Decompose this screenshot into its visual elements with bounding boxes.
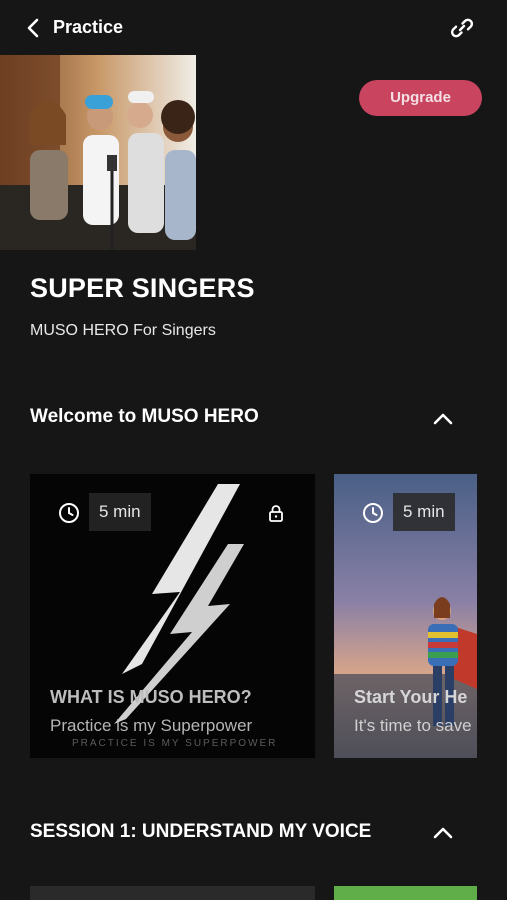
lesson-card[interactable] <box>334 886 477 900</box>
course-title: SUPER SINGERS <box>30 273 255 303</box>
chevron-up-icon[interactable] <box>432 412 454 426</box>
card-title: WHAT IS MUSO HERO? <box>50 687 252 707</box>
card-tagline: PRACTICE IS MY SUPERPOWER <box>72 738 278 749</box>
lesson-card[interactable]: 5 min Start Your He It's time to save <box>334 474 477 758</box>
lock-icon <box>269 505 283 522</box>
chevron-up-icon[interactable] <box>432 826 454 840</box>
page-title: Practice <box>53 17 124 37</box>
duration-badge: 5 min <box>89 493 151 531</box>
course-cover-image <box>0 55 196 250</box>
chevron-left-icon[interactable] <box>22 16 46 40</box>
course-subtitle: MUSO HERO For Singers <box>30 322 216 339</box>
top-bar: Practice <box>0 0 507 56</box>
lesson-card[interactable] <box>30 886 315 900</box>
card-description: It's time to save <box>354 716 472 735</box>
card-title: Start Your He <box>354 687 468 707</box>
duration-badge: 5 min <box>393 493 455 531</box>
link-icon[interactable] <box>448 14 476 42</box>
section-title-welcome: Welcome to MUSO HERO <box>30 406 259 427</box>
card-description: Practice is my Superpower <box>50 716 253 735</box>
section-title-session-1: SESSION 1: UNDERSTAND MY VOICE <box>30 821 372 842</box>
lesson-card[interactable]: PRACTICE IS MY SUPERPOWER 5 min WHAT IS … <box>30 474 315 758</box>
upgrade-button[interactable]: Upgrade <box>359 80 482 116</box>
clock-icon <box>363 503 383 523</box>
clock-icon <box>59 503 79 523</box>
